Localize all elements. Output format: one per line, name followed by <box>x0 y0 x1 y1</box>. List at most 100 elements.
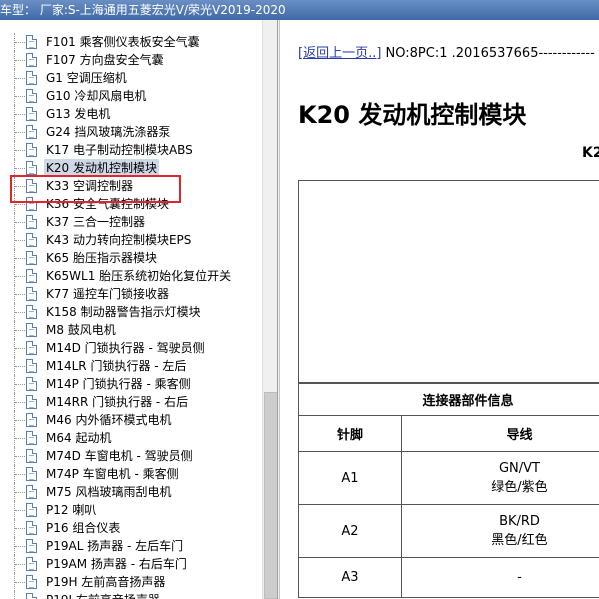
tree-item[interactable]: P19J 右前高音扬声器 <box>0 591 262 599</box>
tree-item[interactable]: K43 动力转向控制模块EPS <box>0 231 262 249</box>
tree-connector-line <box>15 582 25 583</box>
tree-item[interactable]: M14P 门锁执行器 - 乘客侧 <box>0 375 262 393</box>
tree-item[interactable]: P12 喇叭 <box>0 501 262 519</box>
tree-scrollbar[interactable] <box>262 20 277 599</box>
tree-item-label: K17 电子制动控制模块ABS <box>46 143 193 157</box>
wire-cell: - <box>401 557 599 598</box>
tree-connector-line <box>15 186 25 187</box>
tree-connector-line <box>15 42 25 43</box>
doc-header-line: [返回上一页..] NO:8PC:1 .2016537665----------… <box>298 42 595 61</box>
tree-item[interactable]: G10 冷却风扇电机 <box>0 87 262 105</box>
tree-connector-line <box>15 60 25 61</box>
wire-code: GN/VT <box>498 461 540 476</box>
connector-info-table: 连接器部件信息 针脚 导线 A1 GN/VT 绿色/紫色 A2 BK/RD 黑色… <box>298 383 599 598</box>
window-title: 车型： 厂家:S-上海通用五菱宏光V/荣光V2019-2020 <box>0 3 286 17</box>
tree-item[interactable]: K37 三合一控制器 <box>0 213 262 231</box>
tree-item[interactable]: G1 空调压缩机 <box>0 69 262 87</box>
tree-connector-line <box>15 294 25 295</box>
tree-item-label: P19AL 扬声器 - 左后车门 <box>46 539 184 553</box>
tree-connector-line <box>15 96 25 97</box>
tree-item[interactable]: K65WL1 胎压系统初始化复位开关 <box>0 267 262 285</box>
document-icon <box>26 197 37 211</box>
tree-item[interactable]: M8 鼓风电机 <box>0 321 262 339</box>
tree-item[interactable]: M64 起动机 <box>0 429 262 447</box>
tree-item[interactable]: M46 内外循环模式电机 <box>0 411 262 429</box>
tree-connector-line <box>15 330 25 331</box>
document-icon <box>26 557 37 571</box>
tree-item-label: M14LR 门锁执行器 - 左后 <box>46 359 187 373</box>
tree-item-label: K20 发动机控制模块 <box>44 159 159 177</box>
tree-item-label: K158 制动器警告指示灯模块 <box>46 305 201 319</box>
tree-item-label: M14RR 门锁执行器 - 右后 <box>46 395 189 409</box>
tree-connector-line <box>15 150 25 151</box>
tree-item-label: M74P 车窗电机 - 乘客侧 <box>46 467 179 481</box>
tree-connector-line <box>15 258 25 259</box>
tree-scrollbar-thumb[interactable] <box>264 392 277 599</box>
wire-cell: GN/VT 绿色/紫色 <box>401 451 599 505</box>
tree-item-label: P19J 右前高音扬声器 <box>44 591 162 599</box>
tree-item-label: K77 遥控车门锁接收器 <box>46 287 169 301</box>
document-content-pane: [返回上一页..] NO:8PC:1 .2016537665----------… <box>279 20 599 599</box>
tree-item[interactable]: P19H 左前高音扬声器 <box>0 573 262 591</box>
tree-item[interactable]: M14LR 门锁执行器 - 左后 <box>0 357 262 375</box>
tree-item[interactable]: K36 安全气囊控制模块 <box>0 195 262 213</box>
tree-item-label: M46 内外循环模式电机 <box>46 413 172 427</box>
document-icon <box>26 233 37 247</box>
tree-item[interactable]: P16 组合仪表 <box>0 519 262 537</box>
tree-item[interactable]: K17 电子制动控制模块ABS <box>0 141 262 159</box>
tree-connector-line <box>15 78 25 79</box>
tree-connector-line <box>15 240 25 241</box>
tree-item-label: K33 空调控制器 <box>46 179 133 193</box>
table-row: A2 BK/RD 黑色/红色 <box>298 504 599 558</box>
back-link[interactable]: [返回上一页..] <box>298 46 381 61</box>
document-icon <box>26 503 37 517</box>
tree-item[interactable]: G24 挡风玻璃洗涤器泵 <box>0 123 262 141</box>
tree-item-label: G24 挡风玻璃洗涤器泵 <box>46 125 171 139</box>
tree-item[interactable]: P19AL 扬声器 - 左后车门 <box>0 537 262 555</box>
tree-item[interactable]: M75 风档玻璃雨刮电机 <box>0 483 262 501</box>
tree-item[interactable]: K33 空调控制器 <box>0 177 262 195</box>
tree-item-label: M74D 车窗电机 - 驾驶员侧 <box>46 449 193 463</box>
tree-item[interactable]: K158 制动器警告指示灯模块 <box>0 303 262 321</box>
connector-diagram <box>298 180 599 383</box>
tree-connector-line <box>15 366 25 367</box>
document-icon <box>26 251 37 265</box>
tree-item[interactable]: K65 胎压指示器模块 <box>0 249 262 267</box>
document-icon <box>26 53 37 67</box>
tree-item[interactable]: K77 遥控车门锁接收器 <box>0 285 262 303</box>
tree-item[interactable]: M74P 车窗电机 - 乘客侧 <box>0 465 262 483</box>
tree-connector-line <box>15 510 25 511</box>
tree-item-label: K37 三合一控制器 <box>46 215 145 229</box>
tree-item-label: G10 冷却风扇电机 <box>46 89 147 103</box>
document-icon <box>26 413 37 427</box>
tree-item-label: M14D 门锁执行器 - 驾驶员侧 <box>46 341 205 355</box>
tree-connector-line <box>15 474 25 475</box>
tree-item-label: G1 空调压缩机 <box>46 71 127 85</box>
tree-item[interactable]: M74D 车窗电机 - 驾驶员侧 <box>0 447 262 465</box>
doc-number: NO:8PC:1 .2016537665------------ <box>381 46 595 61</box>
tree-item[interactable]: K20 发动机控制模块 <box>0 159 262 177</box>
tree-item[interactable]: P19AM 扬声器 - 右后车门 <box>0 555 262 573</box>
tree-item-label: F107 方向盘安全气囊 <box>46 53 164 67</box>
document-icon <box>26 305 37 319</box>
tree-connector-line <box>15 204 25 205</box>
tree-connector-line <box>15 528 25 529</box>
tree-connector-line <box>15 114 25 115</box>
tree-item[interactable]: F107 方向盘安全气囊 <box>0 51 262 69</box>
tree-connector-line <box>15 438 25 439</box>
tree-item[interactable]: M14D 门锁执行器 - 驾驶员侧 <box>0 339 262 357</box>
tree-item[interactable]: G13 发电机 <box>0 105 262 123</box>
document-icon <box>26 107 37 121</box>
document-icon <box>26 287 37 301</box>
document-icon <box>26 593 37 599</box>
tree-connector-line <box>15 420 25 421</box>
tree-connector-line <box>15 492 25 493</box>
tree-item[interactable]: F101 乘客侧仪表板安全气囊 <box>0 33 262 51</box>
document-icon <box>26 575 37 589</box>
tree-connector-line <box>15 276 25 277</box>
tree-item[interactable]: M14RR 门锁执行器 - 右后 <box>0 393 262 411</box>
column-header-pin: 针脚 <box>298 415 402 452</box>
document-icon <box>26 467 37 481</box>
tree-item-label: P19AM 扬声器 - 右后车门 <box>46 557 187 571</box>
pin-cell: A2 <box>298 504 402 558</box>
